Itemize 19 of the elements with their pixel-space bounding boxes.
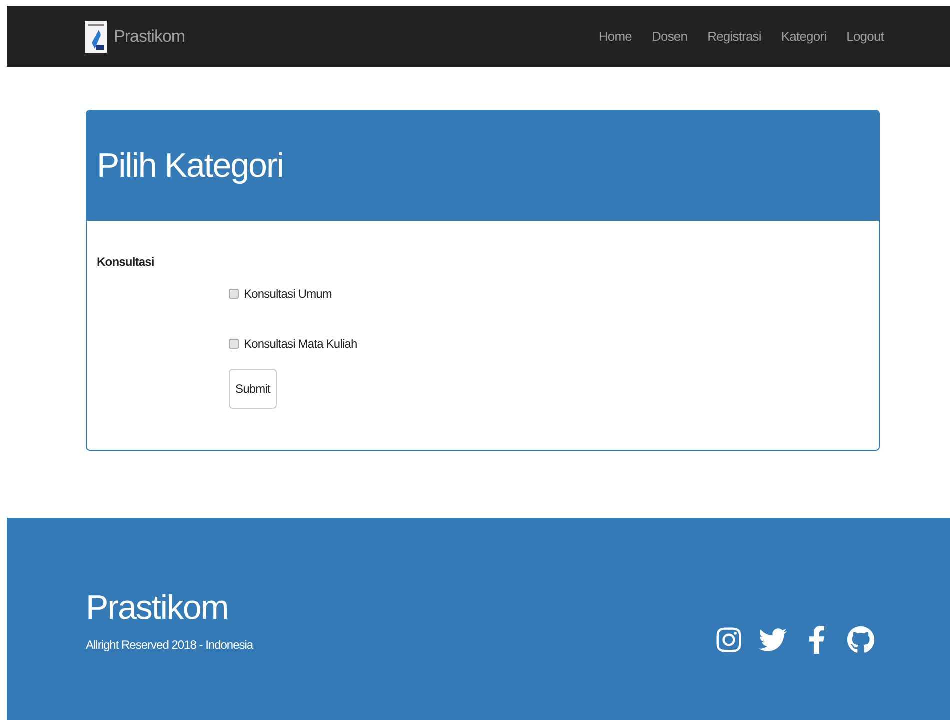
instagram-icon[interactable] <box>715 626 743 654</box>
checkbox-label: Konsultasi Mata Kuliah <box>244 336 358 353</box>
panel-title: Pilih Kategori <box>97 146 284 186</box>
nav-link[interactable]: Registrasi <box>708 26 762 46</box>
group-label: Konsultasi <box>97 254 156 271</box>
twitter-icon[interactable] <box>759 626 787 654</box>
nav-link[interactable]: Kategori <box>781 26 827 46</box>
submit-button[interactable]: Submit <box>229 369 277 409</box>
nav-link[interactable]: Dosen <box>652 26 688 46</box>
copyright-text: Allright Reserved 2018 - Indonesia <box>86 637 254 654</box>
nav-link[interactable]: Home <box>598 26 632 46</box>
checkbox[interactable] <box>229 339 239 349</box>
logo-icon <box>85 20 107 52</box>
checkbox[interactable] <box>229 289 239 299</box>
checkbox-label: Konsultasi Umum <box>244 286 332 303</box>
footer-title: Prastikom <box>86 588 230 628</box>
nav-link[interactable]: Logout <box>846 26 884 46</box>
github-icon[interactable] <box>847 626 875 654</box>
brand-name[interactable]: Prastikom <box>114 24 186 50</box>
